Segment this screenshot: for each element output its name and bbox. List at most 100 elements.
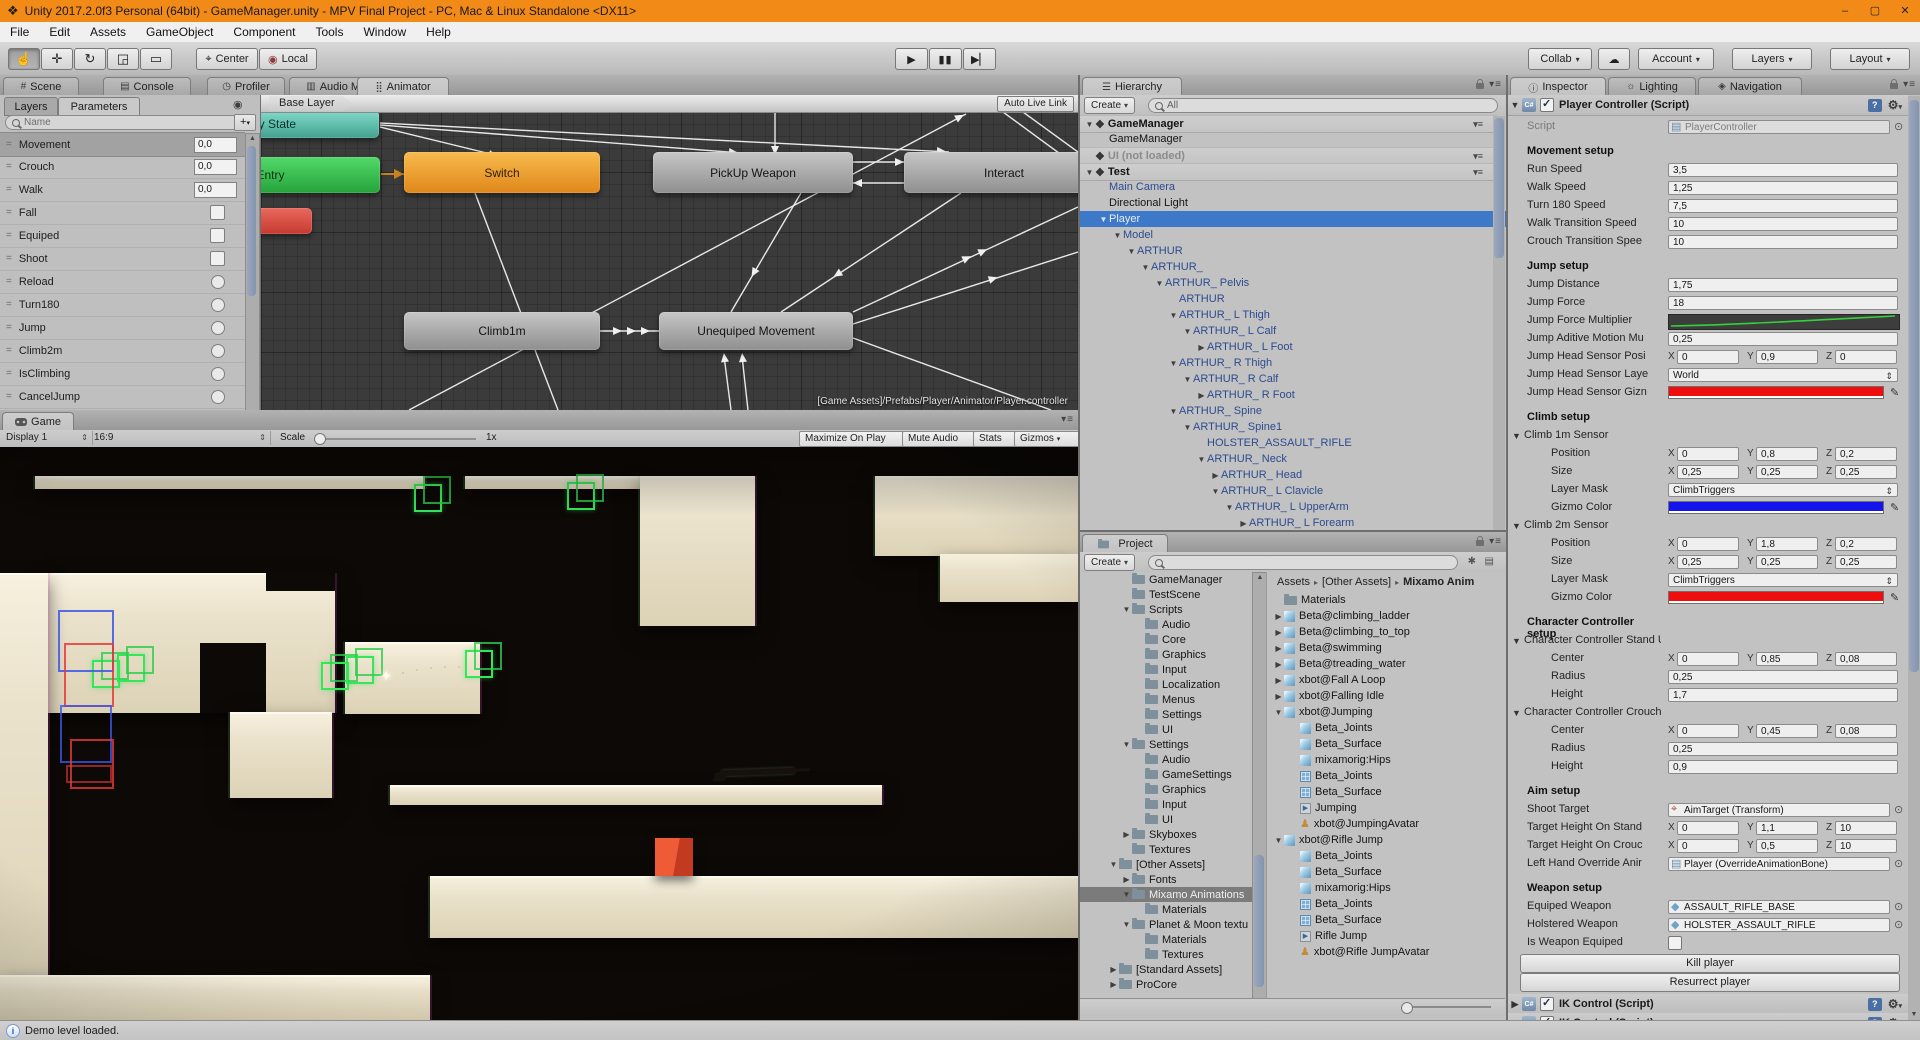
project-folder-gamesettings[interactable]: GameSettings xyxy=(1080,767,1252,782)
foldout-closed-icon[interactable]: ▶ xyxy=(1121,875,1132,884)
menu-window[interactable]: Window xyxy=(353,22,416,42)
foldout-closed-icon[interactable]: ▶ xyxy=(1273,676,1284,685)
parameter-trigger-radio[interactable] xyxy=(211,298,225,312)
foldout-open-icon[interactable]: ▼ xyxy=(1121,605,1132,614)
panel-menu-icon[interactable]: ▾≡ xyxy=(1489,79,1502,90)
hand-tool-button[interactable]: ☝ xyxy=(8,48,40,70)
drag-handle-icon[interactable]: = xyxy=(6,391,11,402)
close-button[interactable]: ✕ xyxy=(1890,0,1920,22)
display-dropdown[interactable]: Display 1⇕ xyxy=(2,431,93,445)
scroll-up-icon[interactable]: ▲ xyxy=(1253,573,1267,583)
foldout-open-icon[interactable]: ▼ xyxy=(1112,231,1123,240)
project-folder-testscene[interactable]: TestScene xyxy=(1080,587,1252,602)
state-pickup-weapon[interactable]: PickUp Weapon xyxy=(653,152,853,193)
foldout-closed-icon[interactable]: ▶ xyxy=(1273,692,1284,701)
foldout-open-icon[interactable]: ▼ xyxy=(1182,327,1193,336)
stats-button[interactable]: Stats xyxy=(973,431,1019,447)
asset-beta-surface[interactable]: Beta_Surface xyxy=(1267,784,1506,800)
state-interact[interactable]: Interact xyxy=(904,152,1078,193)
menu-component[interactable]: Component xyxy=(223,22,305,42)
checkbox-field[interactable] xyxy=(1668,936,1682,950)
dropdown-field[interactable]: ClimbTriggers⇕ xyxy=(1668,573,1898,587)
menu-edit[interactable]: Edit xyxy=(39,22,80,42)
step-button[interactable]: ▶▏ xyxy=(963,48,996,70)
axis-field-z[interactable]: 0,2 xyxy=(1835,447,1897,461)
hierarchy-item-model[interactable]: ▼Model xyxy=(1080,227,1506,243)
hierarchy-scrollbar[interactable] xyxy=(1493,116,1505,530)
scale-slider[interactable] xyxy=(318,438,476,440)
move-tool-button[interactable]: ✛ xyxy=(41,48,73,70)
parameter-trigger-radio[interactable] xyxy=(211,275,225,289)
animator-graph[interactable]: Any StateEntryExitSwitchPickUp WeaponInt… xyxy=(261,95,1078,410)
panel-menu-icon[interactable]: ▾≡ xyxy=(1903,79,1916,90)
component-header-player-controller[interactable]: ▼ C# Player Controller (Script) ? ⚙▾ xyxy=(1508,95,1908,116)
project-folder-materials[interactable]: Materials xyxy=(1080,902,1252,917)
foldout-open-icon[interactable]: ▼ xyxy=(1121,890,1132,899)
tab-console[interactable]: ▤Console xyxy=(103,77,191,95)
object-field[interactable]: AimTarget (Transform) xyxy=(1668,803,1890,817)
number-field[interactable]: 0,25 xyxy=(1668,332,1898,346)
foldout-open-icon[interactable]: ▼ xyxy=(1182,423,1193,432)
number-field[interactable]: 18 xyxy=(1668,296,1898,310)
scroll-down-icon[interactable]: ▼ xyxy=(1908,1011,1920,1018)
project-folder-textures[interactable]: Textures xyxy=(1080,842,1252,857)
axis-field-y[interactable]: 1,1 xyxy=(1756,821,1818,835)
foldout-closed-icon[interactable]: ▶ xyxy=(1273,660,1284,669)
axis-field-x[interactable]: 0 xyxy=(1677,821,1739,835)
layout-dropdown[interactable]: Layout▾ xyxy=(1830,48,1910,70)
parameter-row-walk[interactable]: =Walk0,0 xyxy=(0,178,245,202)
asset-beta-treading-water[interactable]: ▶Beta@treading_water xyxy=(1267,656,1506,672)
number-field[interactable]: 10 xyxy=(1668,235,1898,249)
hierarchy-item-main-camera[interactable]: Main Camera xyxy=(1080,179,1506,195)
curve-field[interactable] xyxy=(1668,314,1900,330)
foldout-open-icon[interactable]: ▼ xyxy=(1126,247,1137,256)
foldout-open-icon[interactable]: ▼ xyxy=(1108,860,1119,869)
parameter-row-canceljump[interactable]: =CancelJump xyxy=(0,385,245,409)
component-enabled-checkbox[interactable] xyxy=(1540,997,1554,1011)
rotate-tool-button[interactable]: ↻ xyxy=(74,48,106,70)
project-folder-settings[interactable]: ▼Settings xyxy=(1080,737,1252,752)
drag-handle-icon[interactable]: = xyxy=(6,161,11,172)
color-swatch[interactable] xyxy=(1668,386,1884,399)
foldout-open-icon[interactable]: ▼ xyxy=(1512,431,1521,441)
state-exit[interactable]: Exit xyxy=(261,208,312,234)
game-view[interactable]: ✦ xyxy=(0,447,1078,1020)
foldout-closed-icon[interactable]: ▶ xyxy=(1108,965,1119,974)
asset-xbot-jumpingavatar[interactable]: ♟xbot@JumpingAvatar xyxy=(1267,816,1506,832)
asset-beta-swimming[interactable]: ▶Beta@swimming xyxy=(1267,640,1506,656)
drag-handle-icon[interactable]: = xyxy=(6,299,11,310)
maximize-on-play-button[interactable]: Maximize On Play xyxy=(799,431,907,447)
dropdown-field[interactable]: World⇕ xyxy=(1668,368,1898,382)
foldout-open-icon[interactable]: ▼ xyxy=(1140,263,1151,272)
object-picker-icon[interactable]: ⊙ xyxy=(1894,857,1903,870)
project-folder-mixamo-animations[interactable]: ▼Mixamo Animations xyxy=(1080,887,1252,902)
rect-tool-button[interactable]: ▭ xyxy=(140,48,172,70)
lock-icon[interactable] xyxy=(1890,83,1898,89)
axis-field-y[interactable]: 0,85 xyxy=(1756,652,1818,666)
state-any-state[interactable]: Any State xyxy=(261,110,379,138)
parameter-trigger-radio[interactable] xyxy=(211,344,225,358)
asset-xbot-fall-a-loop[interactable]: ▶xbot@Fall A Loop xyxy=(1267,672,1506,688)
foldout-open-icon[interactable]: ▼ xyxy=(1196,455,1207,464)
scene-context-menu-icon[interactable]: ▾≡ xyxy=(1473,119,1483,130)
menu-gameobject[interactable]: GameObject xyxy=(136,22,223,42)
parameter-row-climb2m[interactable]: =Climb2m xyxy=(0,339,245,363)
tab-hierarchy[interactable]: ☰Hierarchy xyxy=(1082,77,1182,96)
foldout-open-icon[interactable]: ▼ xyxy=(1512,521,1521,531)
hierarchy-item-directional-light[interactable]: Directional Light xyxy=(1080,195,1506,211)
axis-field-z[interactable]: 0,08 xyxy=(1835,652,1897,666)
layers-dropdown[interactable]: Layers▾ xyxy=(1732,48,1812,70)
parameter-trigger-radio[interactable] xyxy=(211,367,225,381)
foldout-open-icon[interactable]: ▼ xyxy=(1508,100,1522,110)
project-folder-fonts[interactable]: ▶Fonts xyxy=(1080,872,1252,887)
hierarchy-search-input[interactable]: All xyxy=(1148,98,1498,113)
hierarchy-item-arthur-l-forearm[interactable]: ▶ARTHUR_ L Forearm xyxy=(1080,515,1506,531)
foldout-open-icon[interactable]: ▼ xyxy=(1512,636,1521,646)
asset-beta-climbing-ladder[interactable]: ▶Beta@climbing_ladder xyxy=(1267,608,1506,624)
parameter-row-crouch[interactable]: =Crouch0,0 xyxy=(0,155,245,179)
hierarchy-item-arthur-r-foot[interactable]: ▶ARTHUR_ R Foot xyxy=(1080,387,1506,403)
hierarchy-item-arthur-spine1[interactable]: ▼ARTHUR_ Spine1 xyxy=(1080,419,1506,435)
panel-menu-icon[interactable]: ▾≡ xyxy=(1061,414,1074,425)
menu-help[interactable]: Help xyxy=(416,22,461,42)
parameter-search-input[interactable]: Name xyxy=(5,115,247,130)
